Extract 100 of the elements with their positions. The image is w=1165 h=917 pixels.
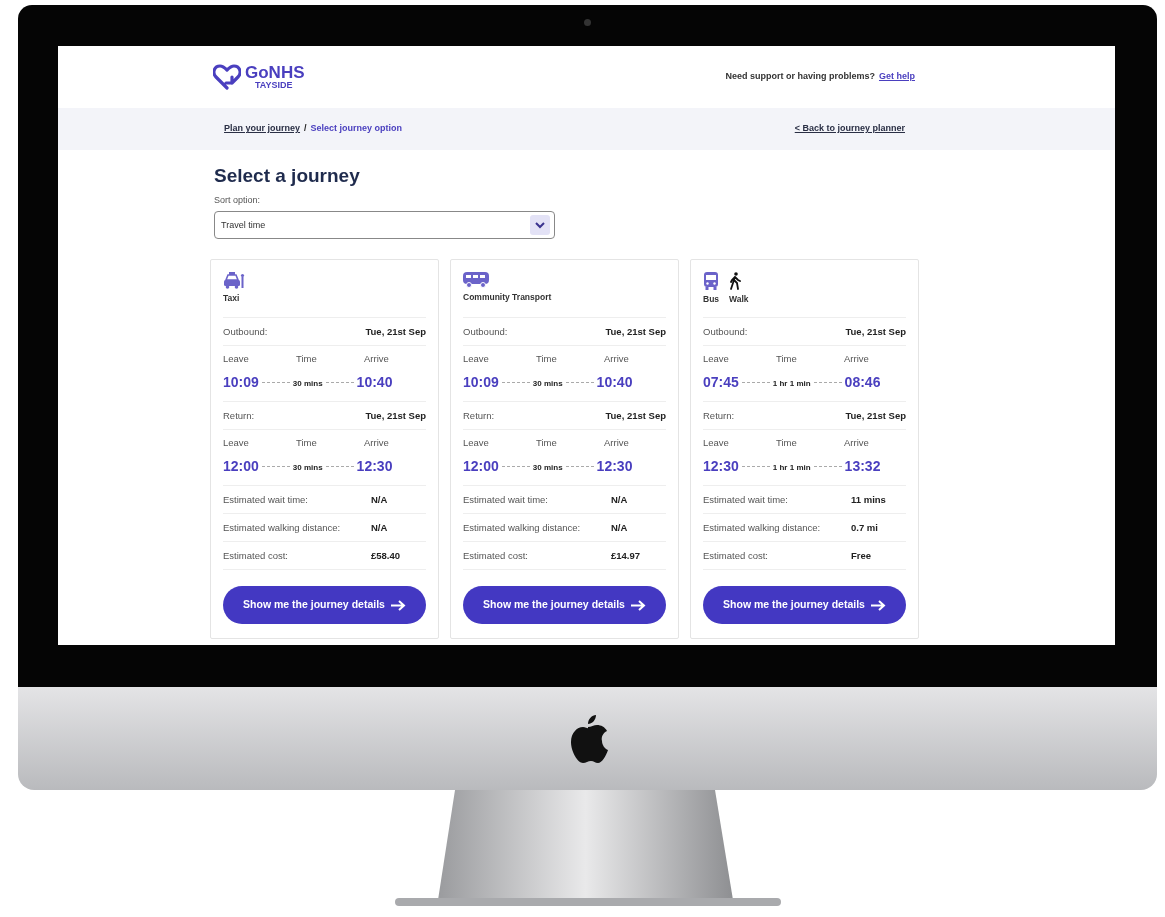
arrow-right-icon: [630, 599, 646, 611]
time-label: Time: [296, 436, 318, 451]
arrive-label: Arrive: [844, 436, 870, 451]
leg-date: Tue, 21st Sep: [365, 408, 426, 423]
logo-region: TAYSIDE: [255, 81, 294, 90]
dashed-connector: [565, 465, 594, 467]
dashed-connector: [565, 381, 594, 383]
detail-value: 11 mins: [851, 492, 887, 507]
bus-icon: [703, 272, 719, 291]
taxi-icon: [223, 272, 245, 290]
arrive-label: Arrive: [844, 352, 870, 367]
leg-label: Outbound:: [703, 324, 748, 339]
leg-label: Return:: [463, 408, 495, 423]
arrive-time: 10:40: [596, 372, 633, 392]
journey-duration: 30 mins: [292, 462, 323, 475]
arrive-time: 10:40: [356, 372, 393, 392]
leave-time: 12:30: [703, 456, 739, 476]
leave-label: Leave: [703, 436, 730, 451]
leave-time: 12:00: [223, 456, 259, 476]
support-text: Need support or having problems?: [725, 70, 875, 84]
time-label: Time: [536, 352, 558, 367]
detail-value: N/A: [611, 492, 629, 507]
detail-value: £14.97: [611, 548, 642, 563]
leg-date: Tue, 21st Sep: [365, 324, 426, 339]
detail-value: N/A: [371, 520, 389, 535]
transport-mode-label: Community Transport: [463, 291, 552, 305]
time-label: Time: [776, 352, 798, 367]
dashed-connector: [501, 465, 530, 467]
leg-date: Tue, 21st Sep: [845, 324, 906, 339]
detail-value: N/A: [611, 520, 629, 535]
leave-label: Leave: [703, 352, 730, 367]
dashed-connector: [501, 381, 530, 383]
logo-name: GoNHS: [245, 64, 305, 81]
leg-date: Tue, 21st Sep: [845, 408, 906, 423]
sort-label: Sort option:: [214, 193, 262, 207]
journey-details-button[interactable]: Show me the journey details: [223, 586, 426, 625]
back-link[interactable]: < Back to journey planner: [794, 122, 905, 136]
arrow-right-icon: [870, 599, 886, 611]
leave-label: Leave: [463, 352, 490, 367]
minibus-icon: [463, 272, 489, 289]
walking-person-icon: [729, 272, 742, 291]
leg-label: Return:: [223, 408, 255, 423]
chevron-down-icon: [535, 221, 545, 229]
breadcrumb-separator: /: [304, 122, 307, 136]
detail-label: Estimated walking distance:: [223, 520, 342, 535]
journey-duration: 1 hr 1 min: [772, 378, 811, 391]
detail-value: Free: [851, 548, 873, 563]
leave-label: Leave: [223, 436, 250, 451]
leg-label: Return:: [703, 408, 735, 423]
leave-time: 12:00: [463, 456, 499, 476]
leg-date: Tue, 21st Sep: [605, 324, 666, 339]
sort-select[interactable]: Travel time: [214, 211, 555, 240]
detail-value: 0.7 mi: [851, 520, 879, 535]
journey-duration: 1 hr 1 min: [772, 462, 811, 475]
dashed-connector: [813, 465, 842, 467]
leave-time: 10:09: [463, 372, 499, 392]
dashed-connector: [813, 381, 842, 383]
camera-dot: [584, 19, 591, 26]
dashed-connector: [741, 381, 770, 383]
journey-details-button[interactable]: Show me the journey details: [703, 586, 906, 625]
arrive-time: 12:30: [596, 456, 633, 476]
leave-label: Leave: [223, 352, 250, 367]
dashed-connector: [261, 465, 290, 467]
leg-date: Tue, 21st Sep: [605, 408, 666, 423]
leave-time: 10:09: [223, 372, 259, 392]
journey-duration: 30 mins: [292, 378, 323, 391]
arrive-label: Arrive: [604, 352, 630, 367]
journey-details-button[interactable]: Show me the journey details: [463, 586, 666, 625]
arrive-time: 08:46: [844, 372, 881, 392]
page-title: Select a journey: [214, 165, 361, 188]
detail-value: £58.40: [371, 548, 402, 563]
detail-label: Estimated wait time:: [463, 492, 549, 507]
detail-value: N/A: [371, 492, 389, 507]
transport-mode-label: Walk: [729, 293, 749, 307]
detail-label: Estimated wait time:: [223, 492, 309, 507]
leg-label: Outbound:: [463, 324, 508, 339]
dashed-connector: [325, 381, 354, 383]
transport-mode-label: Taxi: [223, 292, 240, 306]
arrow-right-icon: [390, 599, 406, 611]
journey-duration: 30 mins: [532, 462, 563, 475]
transport-mode-label: Bus: [703, 293, 720, 307]
dashed-connector: [261, 381, 290, 383]
leave-time: 07:45: [703, 372, 739, 392]
detail-label: Estimated cost:: [463, 548, 529, 563]
arrive-label: Arrive: [364, 352, 390, 367]
get-help-link[interactable]: Get help: [879, 70, 915, 84]
arrive-label: Arrive: [364, 436, 390, 451]
breadcrumb-link[interactable]: Plan your journey: [224, 122, 301, 136]
detail-label: Estimated walking distance:: [703, 520, 822, 535]
leg-label: Outbound:: [223, 324, 268, 339]
dashed-connector: [325, 465, 354, 467]
detail-label: Estimated cost:: [223, 548, 289, 563]
detail-label: Estimated walking distance:: [463, 520, 582, 535]
time-label: Time: [536, 436, 558, 451]
breadcrumb-current: Select journey option: [310, 122, 403, 136]
detail-label: Estimated cost:: [703, 548, 769, 563]
time-label: Time: [296, 352, 318, 367]
detail-label: Estimated wait time:: [703, 492, 789, 507]
journey-duration: 30 mins: [532, 378, 563, 391]
time-label: Time: [776, 436, 798, 451]
